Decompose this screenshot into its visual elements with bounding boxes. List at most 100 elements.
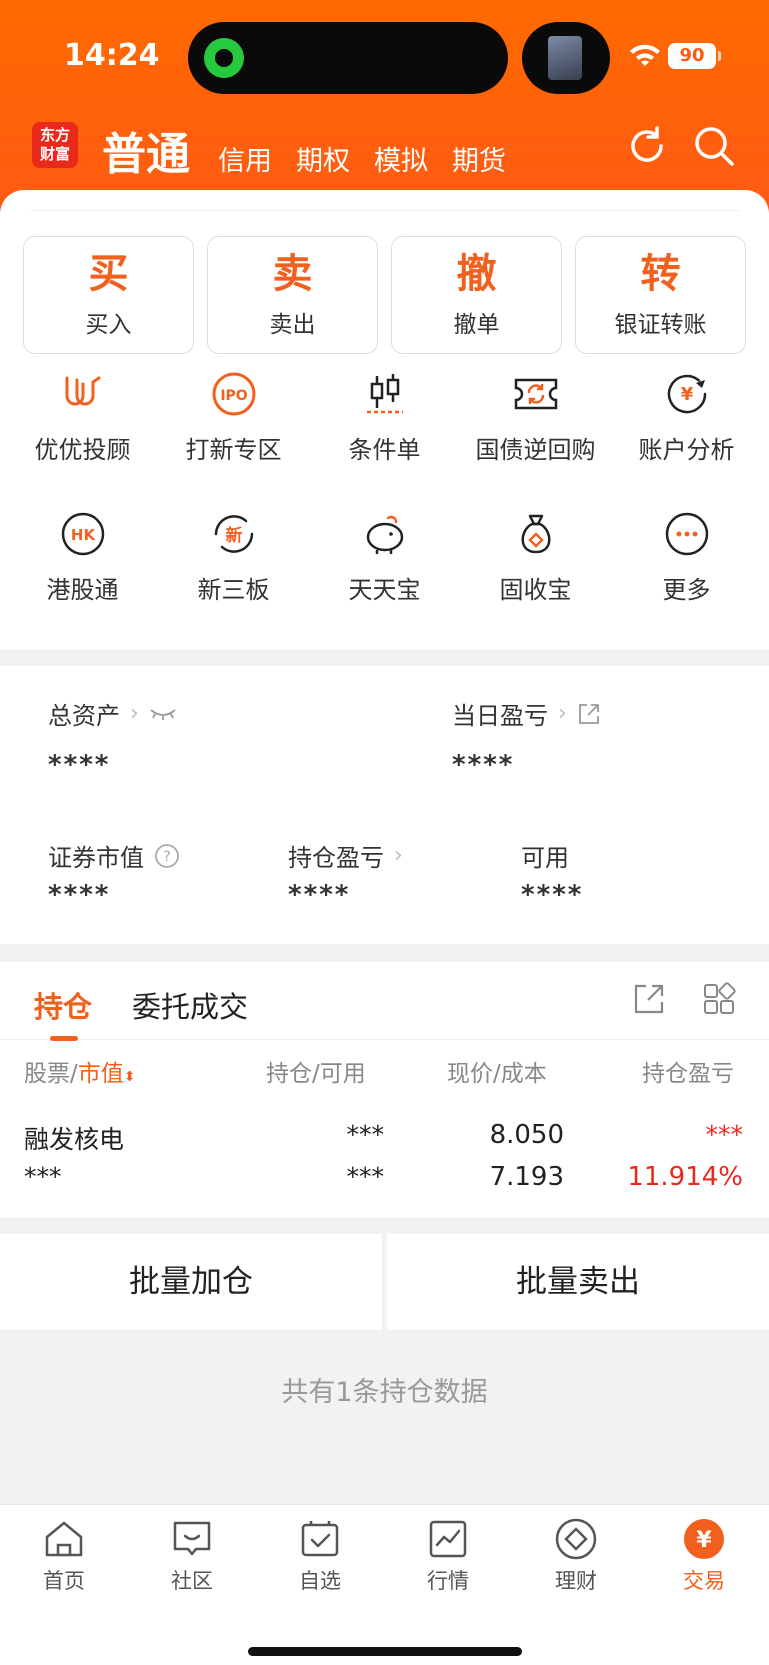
- svg-text:IPO: IPO: [220, 388, 247, 404]
- service-ipo[interactable]: IPO 打新专区: [158, 370, 309, 510]
- transfer-label: 银证转账: [614, 312, 707, 338]
- tab-label: 交易: [683, 1569, 725, 1593]
- transfer-big-label: 转: [640, 251, 681, 297]
- service-grid: 优优投顾 IPO 打新专区 条件单 国债逆回购 ¥ 账户分析 HK 港股通 新 …: [0, 370, 769, 650]
- holding-qty: ***: [346, 1120, 385, 1149]
- holding-pl-value: ****: [288, 880, 351, 910]
- tab-orders[interactable]: 委托成交: [132, 984, 248, 1026]
- stock-name: 融发核电: [24, 1125, 125, 1154]
- tab-options[interactable]: 期权: [296, 139, 350, 182]
- live-activity: [522, 22, 610, 94]
- home-indicator[interactable]: [248, 1647, 522, 1656]
- tab-label: 自选: [299, 1569, 341, 1593]
- service-label: 天天宝: [348, 576, 421, 604]
- daily-pl-link[interactable]: 当日盈亏 ›: [452, 696, 601, 731]
- service-neeq[interactable]: 新 新三板: [158, 510, 309, 650]
- batch-actions: 批量加仓 批量卖出: [0, 1234, 769, 1330]
- batch-add-button[interactable]: 批量加仓: [0, 1234, 382, 1330]
- trade-card: 买 买入 卖 卖出 撤 撤单 转 银证转账 优优投顾 IPO 打新专区 条件单 …: [0, 190, 769, 650]
- service-more[interactable]: 更多: [611, 510, 762, 650]
- total-assets-link[interactable]: 总资产 ›: [48, 696, 177, 731]
- tab-normal[interactable]: 普通: [102, 118, 190, 182]
- service-hk-connect[interactable]: HK 港股通: [7, 510, 158, 650]
- svg-text:¥: ¥: [696, 1528, 712, 1553]
- chevron-right-icon: ›: [130, 701, 139, 726]
- tab-label: 理财: [555, 1569, 597, 1593]
- service-label: 固收宝: [499, 576, 572, 604]
- watchlist-icon: [301, 1521, 339, 1557]
- tab-label: 首页: [43, 1569, 85, 1593]
- sell-big-label: 卖: [272, 251, 313, 297]
- service-account-analysis[interactable]: ¥ 账户分析: [611, 370, 762, 510]
- market-value-value: ****: [48, 880, 111, 910]
- market-value-item: 证券市值 ?: [48, 838, 180, 873]
- service-piggy-bank[interactable]: 天天宝: [309, 510, 460, 650]
- help-icon[interactable]: ?: [154, 843, 180, 869]
- service-label: 港股通: [46, 576, 119, 604]
- cancel-order-button[interactable]: 撤 撤单: [391, 236, 562, 354]
- tab-home[interactable]: 首页: [0, 1505, 128, 1595]
- holding-pl-link[interactable]: 持仓盈亏 ›: [288, 838, 403, 873]
- grid-view-icon[interactable]: [702, 982, 736, 1016]
- buy-big-label: 买: [88, 251, 129, 297]
- service-reverse-repo[interactable]: 国债逆回购: [460, 370, 611, 510]
- svg-text:?: ?: [163, 849, 170, 865]
- buy-button[interactable]: 买 买入: [23, 236, 194, 354]
- bank-transfer-button[interactable]: 转 银证转账: [575, 236, 746, 354]
- service-uu-advisor[interactable]: 优优投顾: [7, 370, 158, 510]
- eye-closed-icon[interactable]: [149, 706, 177, 722]
- account-type-tabs: 普通 信用 期权 模拟 期货: [102, 118, 530, 182]
- sell-button[interactable]: 卖 卖出: [207, 236, 378, 354]
- trade-icon: ¥: [684, 1519, 724, 1559]
- tab-simulation[interactable]: 模拟: [374, 139, 428, 182]
- service-label: 更多: [662, 576, 711, 604]
- positions-panel: 持仓 委托成交 股票/市值⬍ 持仓/可用 现价/成本 持仓盈亏 融发核电 ***…: [0, 962, 769, 1218]
- tab-holdings[interactable]: 持仓: [34, 984, 92, 1041]
- home-icon: [45, 1521, 83, 1557]
- tab-market[interactable]: 行情: [384, 1505, 512, 1595]
- market-value-label: 证券市值: [48, 844, 144, 872]
- tab-watchlist[interactable]: 自选: [256, 1505, 384, 1595]
- batch-sell-button[interactable]: 批量卖出: [387, 1234, 769, 1330]
- search-icon[interactable]: [692, 124, 736, 168]
- available-qty: ***: [346, 1162, 385, 1191]
- positions-count-text: 共有1条持仓数据: [281, 1377, 488, 1408]
- tab-credit[interactable]: 信用: [218, 139, 272, 182]
- uu-advisor-icon: [65, 376, 100, 406]
- ipo-icon: IPO: [212, 372, 255, 416]
- tab-trade[interactable]: ¥ 交易: [640, 1505, 768, 1595]
- total-assets-label: 总资产: [48, 702, 120, 730]
- money-bag-icon: [521, 514, 550, 554]
- service-condition-order[interactable]: 条件单: [309, 370, 460, 510]
- share-icon[interactable]: [577, 702, 601, 726]
- col-stock-header[interactable]: 股票/市值⬍: [24, 1054, 135, 1088]
- refresh-icon[interactable]: [625, 124, 669, 168]
- piggy-bank-icon: [366, 515, 403, 554]
- total-assets-value: ****: [48, 750, 111, 780]
- service-label: 打新专区: [185, 436, 282, 464]
- market-icon: [429, 1520, 467, 1558]
- tab-community[interactable]: 社区: [128, 1505, 256, 1595]
- svg-text:¥: ¥: [680, 384, 693, 405]
- tab-futures[interactable]: 期货: [452, 139, 506, 182]
- service-label: 条件单: [348, 436, 421, 464]
- wealth-icon: [555, 1518, 597, 1560]
- cancel-label: 撤单: [453, 312, 500, 338]
- divider: [30, 210, 739, 211]
- neeq-icon: 新: [214, 515, 253, 553]
- music-app-icon: [204, 38, 244, 78]
- battery-indicator: 90: [668, 43, 721, 69]
- col-price-header: 现价/成本: [447, 1061, 547, 1087]
- status-time: 14:24: [64, 38, 160, 73]
- tab-label: 行情: [427, 1569, 469, 1593]
- game-thumbnail: [548, 36, 582, 80]
- tab-wealth[interactable]: 理财: [512, 1505, 640, 1595]
- service-label: 新三板: [197, 576, 270, 604]
- cancel-big-label: 撤: [456, 251, 497, 297]
- svg-text:HK: HK: [70, 526, 96, 544]
- col-sep: /: [70, 1061, 78, 1087]
- community-icon: [173, 1521, 211, 1556]
- export-icon[interactable]: [632, 982, 666, 1016]
- cost-price: 7.193: [489, 1162, 564, 1192]
- service-money-bag[interactable]: 固收宝: [460, 510, 611, 650]
